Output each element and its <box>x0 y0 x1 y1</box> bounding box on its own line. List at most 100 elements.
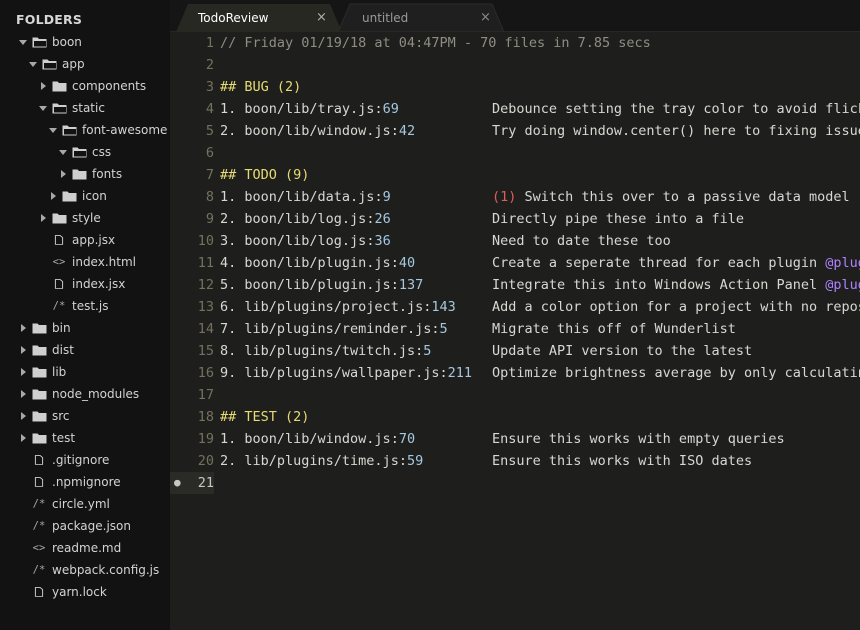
code-line[interactable]: 20 2. lib/plugins/time.js:59 Ensure this w… <box>170 450 860 472</box>
file-item[interactable]: /* test.js <box>0 295 170 317</box>
line-number: 12 <box>197 277 214 293</box>
file-item[interactable]: /* webpack.config.js <box>0 559 170 581</box>
todo-location[interactable]: 9. lib/plugins/wallpaper.js:211 <box>220 362 472 384</box>
file-item[interactable]: index.jsx <box>0 273 170 295</box>
todo-description: Need to date these too <box>492 233 671 249</box>
folder-item[interactable]: dist <box>0 339 170 361</box>
todo-location[interactable]: 4. boon/lib/plugin.js:40 <box>220 252 415 274</box>
todo-location[interactable]: 7. lib/plugins/reminder.js:5 <box>220 318 448 340</box>
code-line[interactable]: 18 ## TEST (2) <box>170 406 860 428</box>
heading-count: (2) <box>276 79 302 95</box>
chevron-right-icon[interactable] <box>38 213 48 223</box>
chevron-down-icon[interactable] <box>38 103 48 113</box>
code-line[interactable]: 7 ## TODO (9) <box>170 164 860 186</box>
code-line[interactable]: 14 7. lib/plugins/reminder.js:5 Migrate th… <box>170 318 860 340</box>
code-line[interactable]: 1 // Friday 01/19/18 at 04:47PM - 70 file… <box>170 32 860 54</box>
folder-icon <box>31 409 47 423</box>
chevron-right-icon[interactable] <box>18 345 28 355</box>
todo-location[interactable]: 1. boon/lib/tray.js:69 <box>220 98 399 120</box>
folder-item[interactable]: boon <box>0 31 170 53</box>
todo-path: boon/lib/tray.js <box>244 101 375 117</box>
file-item[interactable]: <> readme.md <box>0 537 170 559</box>
tree-item-label: circle.yml <box>52 497 110 511</box>
todo-index: 4. <box>220 255 245 271</box>
folder-icon <box>71 167 87 181</box>
chevron-right-icon[interactable] <box>18 433 28 443</box>
todo-location[interactable]: 5. boon/lib/plugin.js:137 <box>220 274 423 296</box>
chevron-down-icon[interactable] <box>18 37 28 47</box>
tab-label: untitled <box>362 11 409 25</box>
file-item[interactable]: /* package.json <box>0 515 170 537</box>
code-line[interactable]: 4 1. boon/lib/tray.js:69 Debounce setting … <box>170 98 860 120</box>
code-line[interactable]: 11 4. boon/lib/plugin.js:40 Create a seper… <box>170 252 860 274</box>
folder-item[interactable]: icon <box>0 185 170 207</box>
code-line[interactable]: 3 ## BUG (2) <box>170 76 860 98</box>
chevron-right-icon[interactable] <box>58 169 68 179</box>
chevron-down-icon[interactable] <box>28 59 38 69</box>
todo-location[interactable]: 8. lib/plugins/twitch.js:5 <box>220 340 431 362</box>
todo-path: boon/lib/window.js <box>244 123 391 139</box>
code-line[interactable]: 6 <box>170 142 860 164</box>
editor-pane[interactable]: 1 // Friday 01/19/18 at 04:47PM - 70 file… <box>170 32 860 630</box>
chevron-right-icon[interactable] <box>18 323 28 333</box>
file-item[interactable]: .npmignore <box>0 471 170 493</box>
folder-item[interactable]: components <box>0 75 170 97</box>
todo-location[interactable]: 6. lib/plugins/project.js:143 <box>220 296 456 318</box>
code-line[interactable]: 19 1. boon/lib/window.js:70 Ensure this wo… <box>170 428 860 450</box>
chevron-right-icon[interactable] <box>38 81 48 91</box>
code-line[interactable]: 2 <box>170 54 860 76</box>
todo-description-group: Try doing window.center() here to fixing… <box>492 120 860 142</box>
code-line[interactable]: 12 5. boon/lib/plugin.js:137 Integrate thi… <box>170 274 860 296</box>
folder-item[interactable]: static <box>0 97 170 119</box>
line-number: 4 <box>205 101 214 117</box>
file-item[interactable]: app.jsx <box>0 229 170 251</box>
chevron-down-icon[interactable] <box>58 147 68 157</box>
code-line[interactable]: 5 2. boon/lib/window.js:42 Try doing windo… <box>170 120 860 142</box>
chevron-right-icon[interactable] <box>18 367 28 377</box>
folder-item[interactable]: style <box>0 207 170 229</box>
folder-item[interactable]: bin <box>0 317 170 339</box>
todo-location[interactable]: 3. boon/lib/log.js:36 <box>220 230 391 252</box>
file-item[interactable]: .gitignore <box>0 449 170 471</box>
todo-line: 143 <box>431 299 456 315</box>
todo-location[interactable]: 2. boon/lib/log.js:26 <box>220 208 391 230</box>
file-item[interactable]: <> index.html <box>0 251 170 273</box>
tab-untitled[interactable]: untitled × <box>334 4 506 32</box>
folder-item[interactable]: lib <box>0 361 170 383</box>
folder-item[interactable]: src <box>0 405 170 427</box>
todo-location[interactable]: 2. lib/plugins/time.js:59 <box>220 450 423 472</box>
todo-description-group: Migrate this off of Wunderlist <box>492 318 736 340</box>
code-line[interactable]: 21 ● <box>170 472 860 494</box>
folder-item[interactable]: fonts <box>0 163 170 185</box>
heading-count: (2) <box>285 409 310 425</box>
close-icon[interactable]: × <box>480 10 491 25</box>
folder-item[interactable]: app <box>0 53 170 75</box>
folder-item[interactable]: css <box>0 141 170 163</box>
todo-location[interactable]: 2. boon/lib/window.js:42 <box>220 120 415 142</box>
file-item[interactable]: yarn.lock <box>0 581 170 603</box>
todo-line: 36 <box>374 233 391 249</box>
todo-location[interactable]: 1. boon/lib/data.js:9 <box>220 186 391 208</box>
comment-icon: /* <box>32 498 46 510</box>
file-item[interactable]: /* circle.yml <box>0 493 170 515</box>
code-line[interactable]: 9 2. boon/lib/log.js:26 Directly pipe thes… <box>170 208 860 230</box>
code-line[interactable]: 10 3. boon/lib/log.js:36 Need to date thes… <box>170 230 860 252</box>
folder-item[interactable]: test <box>0 427 170 449</box>
chevron-down-icon[interactable] <box>48 125 58 135</box>
code-line[interactable]: 17 <box>170 384 860 406</box>
code-line[interactable]: 8 1. boon/lib/data.js:9 (1) Switch this ov… <box>170 186 860 208</box>
code-line[interactable]: 13 6. lib/plugins/project.js:143 Add a col… <box>170 296 860 318</box>
folder-item[interactable]: node_modules <box>0 383 170 405</box>
code-line[interactable]: 15 8. lib/plugins/twitch.js:5 Update API v… <box>170 340 860 362</box>
chevron-right-icon[interactable] <box>18 411 28 421</box>
tab-todoreview[interactable]: TodoReview × <box>170 4 342 32</box>
line-number: 11 <box>197 255 214 271</box>
folder-item[interactable]: font-awesome <box>0 119 170 141</box>
line-number: 3 <box>205 79 214 95</box>
close-icon[interactable]: × <box>316 10 327 25</box>
todo-location[interactable]: 1. boon/lib/window.js:70 <box>220 428 415 450</box>
code-line[interactable]: 16 9. lib/plugins/wallpaper.js:211 Optimiz… <box>170 362 860 384</box>
chevron-right-icon[interactable] <box>48 191 58 201</box>
todo-line: 42 <box>398 123 416 139</box>
chevron-right-icon[interactable] <box>18 389 28 399</box>
